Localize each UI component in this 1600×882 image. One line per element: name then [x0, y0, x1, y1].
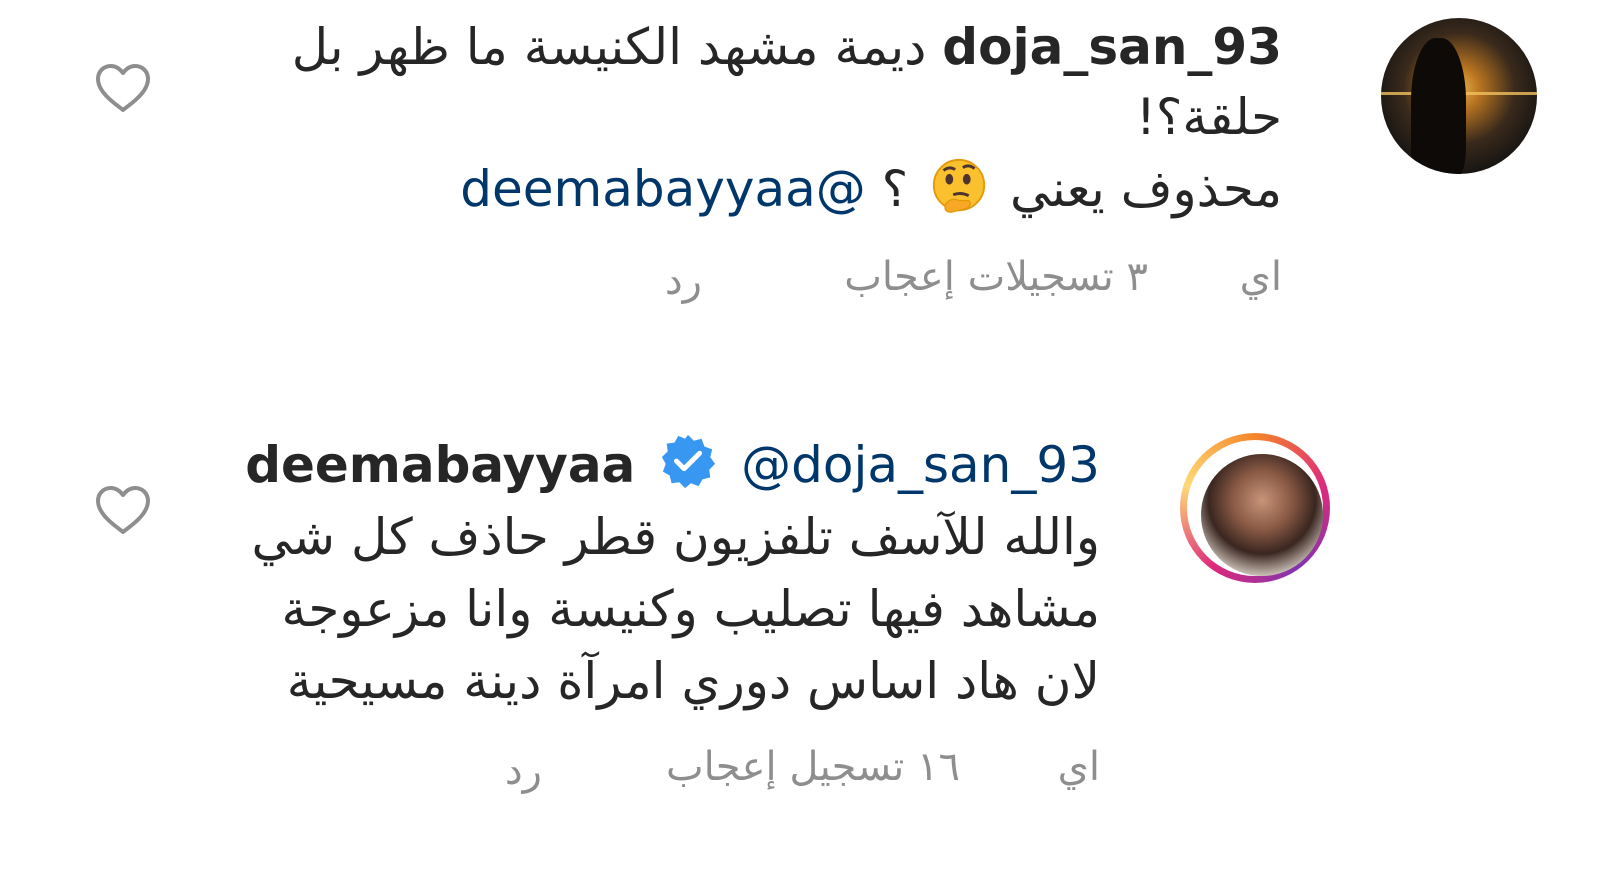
avatar-silhouette — [1411, 38, 1466, 174]
comment-1-text-2: حلقة؟! — [1135, 88, 1282, 146]
comment-2-time: اي — [1057, 744, 1100, 790]
comment-1-username[interactable]: doja_san_93 — [942, 18, 1282, 76]
like-heart-icon[interactable] — [94, 484, 152, 536]
comment-2-text-1: والله للآسف تلفزيون قطر حاذف كل شي — [251, 508, 1100, 566]
verified-badge-icon — [662, 434, 716, 489]
comment-1-line-2: حلقة؟! — [1136, 80, 1282, 154]
comment-2-line-3: لان هاد اساس دوري امرآة دينة مسيحية — [287, 644, 1100, 718]
like-heart-icon[interactable] — [94, 62, 152, 114]
comment-1-reply-button[interactable]: رد — [665, 258, 702, 304]
avatar-deemabayyaa[interactable] — [1180, 433, 1330, 583]
thinking-face-icon — [932, 158, 986, 213]
comment-2-text-3: لان هاد اساس دوري امرآة دينة مسيحية — [286, 652, 1100, 710]
avatar-ring-gap — [1187, 440, 1323, 576]
comment-2-header: deemabayyaa @doja_san_93 — [245, 428, 1100, 502]
avatar-photo — [1201, 454, 1323, 576]
comment-1-time: اي — [1239, 254, 1282, 300]
comment-2-mention[interactable]: @doja_san_93 — [741, 436, 1100, 494]
comment-1-question-mark: ؟ — [881, 160, 909, 218]
comment-2-line-2: مشاهد فيها تصليب وكنيسة وانا مزعوجة — [282, 572, 1100, 646]
comment-2-likes[interactable]: ١٦ تسجيل إعجاب — [666, 744, 960, 790]
comment-1-mention[interactable]: @deemabayyaa — [460, 160, 865, 218]
avatar-doja-san-93[interactable] — [1381, 18, 1537, 174]
comment-2-reply-button[interactable]: رد — [505, 748, 542, 794]
comment-1-likes[interactable]: ٣ تسجيلات إعجاب — [844, 254, 1148, 300]
comment-2-text-2: مشاهد فيها تصليب وكنيسة وانا مزعوجة — [281, 580, 1100, 638]
comment-1-line-3: محذوف يعني ؟ @deemabayyaa — [460, 152, 1282, 226]
comment-2-line-1: والله للآسف تلفزيون قطر حاذف كل شي — [251, 500, 1100, 574]
comment-1-text-1: ديمة مشهد الكنيسة ما ظهر بل — [291, 18, 927, 76]
comment-2-username[interactable]: deemabayyaa — [245, 436, 635, 494]
comment-1-text-3: محذوف يعني — [1010, 160, 1282, 218]
comment-1-line-1: doja_san_93 ديمة مشهد الكنيسة ما ظهر بل — [292, 10, 1282, 84]
